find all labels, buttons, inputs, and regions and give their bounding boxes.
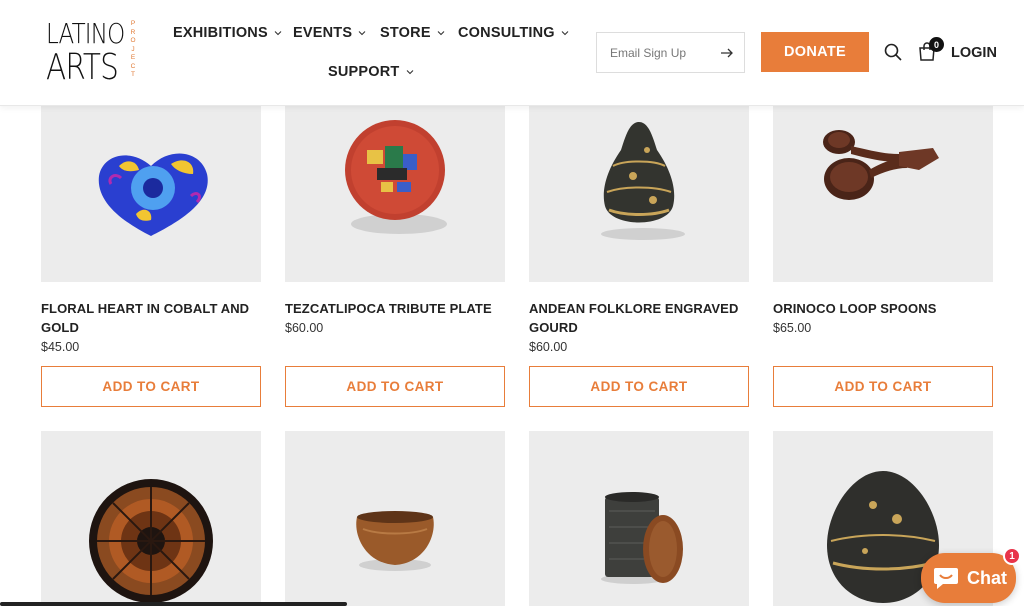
product-title[interactable]: TEZCATLIPOCA TRIBUTE PLATE [285,299,505,318]
product-title[interactable]: ORINOCO LOOP SPOONS [773,299,993,318]
logo-line2: ARTS [46,47,119,88]
nav-consulting[interactable]: CONSULTING [458,25,569,41]
nav-label: CONSULTING [458,25,555,41]
chat-button[interactable]: Chat [921,553,1016,603]
arrow-right-icon[interactable] [720,46,734,60]
product-image[interactable] [529,431,749,606]
product-image[interactable] [285,431,505,606]
search-icon[interactable] [884,43,902,61]
product-image[interactable] [285,106,505,282]
donate-button[interactable]: DONATE [761,32,869,72]
nav-label: STORE [380,25,431,41]
add-to-cart-button[interactable]: ADD TO CART [529,366,749,407]
nav-label: EXHIBITIONS [173,25,268,41]
nav-store[interactable]: STORE [380,25,445,41]
logo-vertical-text: PROJECT [130,20,136,78]
chevron-down-icon [561,31,569,36]
nav-label: EVENTS [293,25,353,41]
product-image[interactable] [41,106,261,282]
chevron-down-icon [406,70,413,75]
chat-notification-badge: 1 [1003,547,1021,565]
product-image[interactable] [529,106,749,282]
product-price: $60.00 [529,340,568,354]
product-price: $60.00 [285,321,324,335]
nav-exhibitions[interactable]: EXHIBITIONS [173,25,282,41]
product-image[interactable] [41,431,261,606]
product-title[interactable]: ANDEAN FOLKLORE ENGRAVED GOURD [529,299,749,337]
site-header: LATINO ARTS PROJECT EXHIBITIONS EVENTS S… [0,0,1024,106]
chat-bubble-icon [934,568,958,589]
product-title[interactable]: FLORAL HEART IN COBALT AND GOLD [41,299,261,337]
chevron-down-icon [437,31,445,36]
latino-arts-logo[interactable]: LATINO ARTS PROJECT [46,20,138,86]
logo-line1: LATINO [46,17,125,50]
chevron-down-icon [274,31,282,36]
add-to-cart-button[interactable]: ADD TO CART [285,366,505,407]
product-price: $45.00 [41,340,80,354]
product-price: $65.00 [773,321,812,335]
chevron-down-icon [358,31,366,36]
cart-count-badge: 0 [929,37,944,52]
nav-support[interactable]: SUPPORT [328,64,414,80]
email-signup-form [596,32,745,73]
add-to-cart-button[interactable]: ADD TO CART [773,366,993,407]
nav-events[interactable]: EVENTS [293,25,366,41]
nav-label: SUPPORT [328,64,400,80]
login-link[interactable]: LOGIN [951,45,997,61]
chat-label: Chat [967,567,1007,588]
add-to-cart-button[interactable]: ADD TO CART [41,366,261,407]
product-image[interactable] [773,106,993,282]
horizontal-scrollbar[interactable] [0,602,347,606]
email-signup-input[interactable] [610,45,720,60]
